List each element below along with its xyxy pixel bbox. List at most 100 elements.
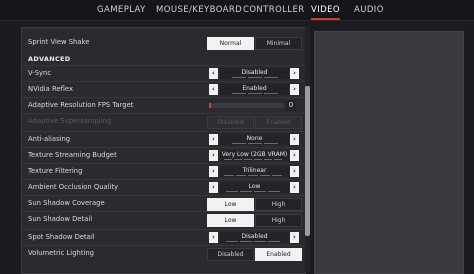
nvidia-reflex-label: NVidia Reflex — [28, 85, 73, 93]
setting-vsync: V-Sync ‹ Disabled › — [22, 65, 305, 82]
texture-filtering-next-arrow[interactable]: › — [290, 166, 299, 177]
texture-streaming-next-arrow[interactable]: › — [290, 150, 299, 161]
setting-adaptive-supersampling: Adaptive Supersampling Disabled Enabled — [22, 113, 305, 130]
adaptive-supersampling-disabled-button[interactable]: Disabled — [207, 116, 254, 129]
setting-nvidia-reflex: NVidia Reflex ‹ Enabled › — [22, 81, 305, 98]
top-navigation: GAMEPLAY MOUSE/KEYBOARD CONTROLLER VIDEO… — [0, 0, 474, 21]
vsync-next-arrow[interactable]: › — [290, 68, 299, 79]
sprint-view-shake-normal-button[interactable]: Normal — [207, 37, 254, 50]
ambient-occlusion-value: Low — [220, 182, 289, 193]
texture-filtering-step-indicator — [260, 175, 270, 176]
setting-spot-shadow-detail: Spot Shadow Detail ‹ Disabled › — [22, 229, 305, 246]
vsync-value: Disabled — [220, 68, 289, 79]
video-settings-panel: Sprint View Shake Normal Minimal ADVANCE… — [21, 27, 306, 274]
sun-shadow-coverage-low-button[interactable]: Low — [207, 198, 254, 211]
setting-volumetric-lighting: Volumetric Lighting Disabled Enabled — [22, 245, 305, 262]
texture-streaming-step-indicator — [264, 159, 272, 160]
nvidia-reflex-step-indicator — [264, 93, 278, 94]
texture-streaming-prev-arrow[interactable]: ‹ — [209, 150, 218, 161]
volumetric-lighting-label: Volumetric Lighting — [28, 249, 94, 257]
spot-shadow-detail-step-indicator — [268, 241, 280, 242]
adaptive-fps-target-slider[interactable] — [209, 103, 284, 108]
texture-filtering-label: Texture Filtering — [28, 167, 83, 175]
tab-video-label: VIDEO — [311, 5, 340, 15]
setting-description-panel — [314, 31, 464, 274]
anti-aliasing-step-indicator — [264, 143, 278, 144]
nvidia-reflex-step-indicator — [232, 93, 246, 94]
sun-shadow-detail-low-button[interactable]: Low — [207, 214, 254, 227]
ambient-occlusion-step-indicator — [268, 191, 280, 192]
spot-shadow-detail-step-indicator — [254, 241, 266, 242]
anti-aliasing-step-indicator — [232, 143, 246, 144]
nvidia-reflex-prev-arrow[interactable]: ‹ — [209, 84, 218, 95]
tab-controller[interactable]: CONTROLLER — [243, 3, 305, 17]
sun-shadow-coverage-high-button[interactable]: High — [255, 198, 302, 211]
sun-shadow-detail-label: Sun Shadow Detail — [28, 215, 93, 223]
ambient-occlusion-step-indicator — [254, 191, 266, 192]
ambient-occlusion-value-text: Low — [248, 183, 261, 190]
tab-video[interactable]: VIDEO — [311, 3, 340, 20]
sun-shadow-detail-high-button[interactable]: High — [255, 214, 302, 227]
anti-aliasing-next-arrow[interactable]: › — [290, 134, 299, 145]
setting-texture-filtering: Texture Filtering ‹ Trilinear › — [22, 163, 305, 180]
texture-streaming-step-indicator — [224, 159, 232, 160]
texture-filtering-prev-arrow[interactable]: ‹ — [209, 166, 218, 177]
setting-sun-shadow-coverage: Sun Shadow Coverage Low High — [22, 195, 305, 212]
spot-shadow-detail-value-text: Disabled — [241, 233, 268, 240]
texture-streaming-value: Very Low (2GB VRAM) — [220, 150, 289, 161]
advanced-section-heading: ADVANCED — [28, 55, 71, 63]
setting-texture-streaming-budget: Texture Streaming Budget ‹ Very Low (2GB… — [22, 147, 305, 164]
adaptive-supersampling-label: Adaptive Supersampling — [28, 117, 112, 125]
setting-anti-aliasing: Anti-aliasing ‹ None › — [22, 131, 305, 148]
setting-ambient-occlusion-quality: Ambient Occlusion Quality ‹ Low › — [22, 179, 305, 196]
settings-scrollbar-thumb[interactable] — [305, 86, 310, 236]
tab-mouse-keyboard[interactable]: MOUSE/KEYBOARD — [156, 3, 242, 17]
spot-shadow-detail-label: Spot Shadow Detail — [28, 233, 95, 241]
spot-shadow-detail-prev-arrow[interactable]: ‹ — [209, 232, 218, 243]
spot-shadow-detail-next-arrow[interactable]: › — [290, 232, 299, 243]
vsync-value-text: Disabled — [241, 69, 268, 76]
ambient-occlusion-label: Ambient Occlusion Quality — [28, 183, 119, 191]
anti-aliasing-value: None — [220, 134, 289, 145]
sun-shadow-coverage-label: Sun Shadow Coverage — [28, 199, 105, 207]
ambient-occlusion-step-indicator — [240, 191, 252, 192]
volumetric-lighting-enabled-button[interactable]: Enabled — [255, 248, 302, 261]
anti-aliasing-value-text: None — [246, 135, 263, 142]
texture-streaming-budget-label: Texture Streaming Budget — [28, 151, 117, 159]
texture-streaming-step-indicator — [254, 159, 262, 160]
nvidia-reflex-value: Enabled — [220, 84, 289, 95]
active-tab-indicator — [311, 18, 340, 20]
setting-sun-shadow-detail: Sun Shadow Detail Low High — [22, 211, 305, 228]
anti-aliasing-prev-arrow[interactable]: ‹ — [209, 134, 218, 145]
tab-audio[interactable]: AUDIO — [354, 3, 384, 17]
vsync-step-indicator — [232, 77, 246, 78]
texture-streaming-step-indicator — [234, 159, 242, 160]
anti-aliasing-label: Anti-aliasing — [28, 135, 71, 143]
volumetric-lighting-disabled-button[interactable]: Disabled — [207, 248, 254, 261]
texture-filtering-value-text: Trilinear — [242, 167, 267, 174]
texture-streaming-step-indicator — [274, 159, 282, 160]
ambient-occlusion-prev-arrow[interactable]: ‹ — [209, 182, 218, 193]
ambient-occlusion-step-indicator — [226, 191, 238, 192]
ambient-occlusion-next-arrow[interactable]: › — [290, 182, 299, 193]
sprint-view-shake-label: Sprint View Shake — [28, 38, 90, 46]
sprint-view-shake-minimal-button[interactable]: Minimal — [255, 37, 302, 50]
setting-sprint-view-shake: Sprint View Shake Normal Minimal — [22, 35, 305, 51]
nvidia-reflex-value-text: Enabled — [242, 85, 267, 92]
vsync-step-indicator — [264, 77, 278, 78]
nvidia-reflex-step-indicator — [248, 93, 262, 94]
tab-gameplay[interactable]: GAMEPLAY — [97, 3, 146, 17]
anti-aliasing-step-indicator — [248, 143, 262, 144]
adaptive-supersampling-enabled-button[interactable]: Enabled — [255, 116, 302, 129]
texture-filtering-step-indicator — [248, 175, 258, 176]
spot-shadow-detail-step-indicator — [240, 241, 252, 242]
nvidia-reflex-next-arrow[interactable]: › — [290, 84, 299, 95]
texture-streaming-step-indicator — [244, 159, 252, 160]
setting-adaptive-fps-target: Adaptive Resolution FPS Target 0 — [22, 97, 305, 114]
adaptive-fps-target-input[interactable]: 0 — [286, 100, 296, 111]
vsync-prev-arrow[interactable]: ‹ — [209, 68, 218, 79]
texture-filtering-step-indicator — [224, 175, 234, 176]
spot-shadow-detail-step-indicator — [226, 241, 238, 242]
texture-filtering-step-indicator — [236, 175, 246, 176]
spot-shadow-detail-value: Disabled — [220, 232, 289, 243]
